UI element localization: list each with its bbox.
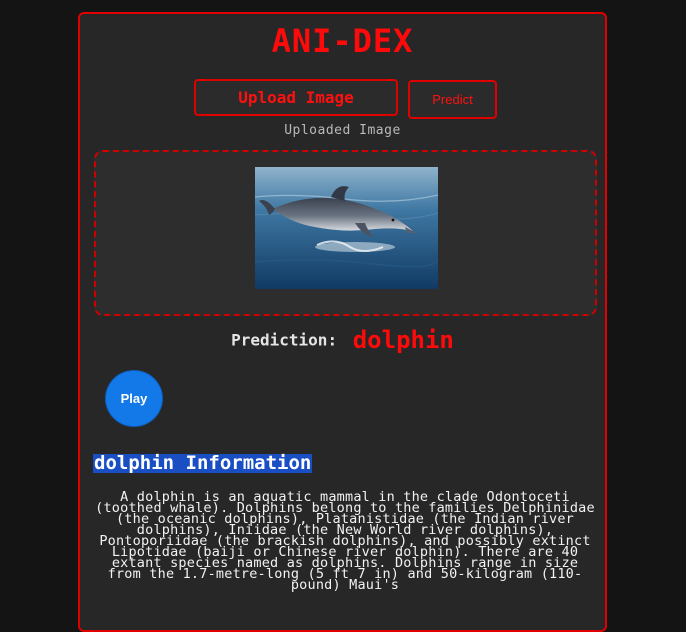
- main-panel: ANI-DEX Upload Image Predict Uploaded Im…: [78, 12, 607, 632]
- uploaded-image-preview: [255, 167, 438, 289]
- app-title: ANI-DEX: [271, 22, 414, 60]
- uploaded-image-label: Uploaded Image: [284, 123, 401, 138]
- prediction-value: dolphin: [352, 326, 454, 354]
- image-dropzone[interactable]: [94, 150, 597, 316]
- upload-image-button[interactable]: Upload Image: [194, 79, 398, 116]
- info-heading: dolphin Information: [93, 452, 313, 474]
- play-button[interactable]: Play: [105, 370, 163, 427]
- predict-button[interactable]: Predict: [408, 80, 497, 119]
- info-description: A dolphin is an aquatic mammal in the cl…: [95, 489, 595, 593]
- prediction-result: Prediction: dolphin: [80, 326, 605, 354]
- prediction-label: Prediction:: [231, 330, 338, 350]
